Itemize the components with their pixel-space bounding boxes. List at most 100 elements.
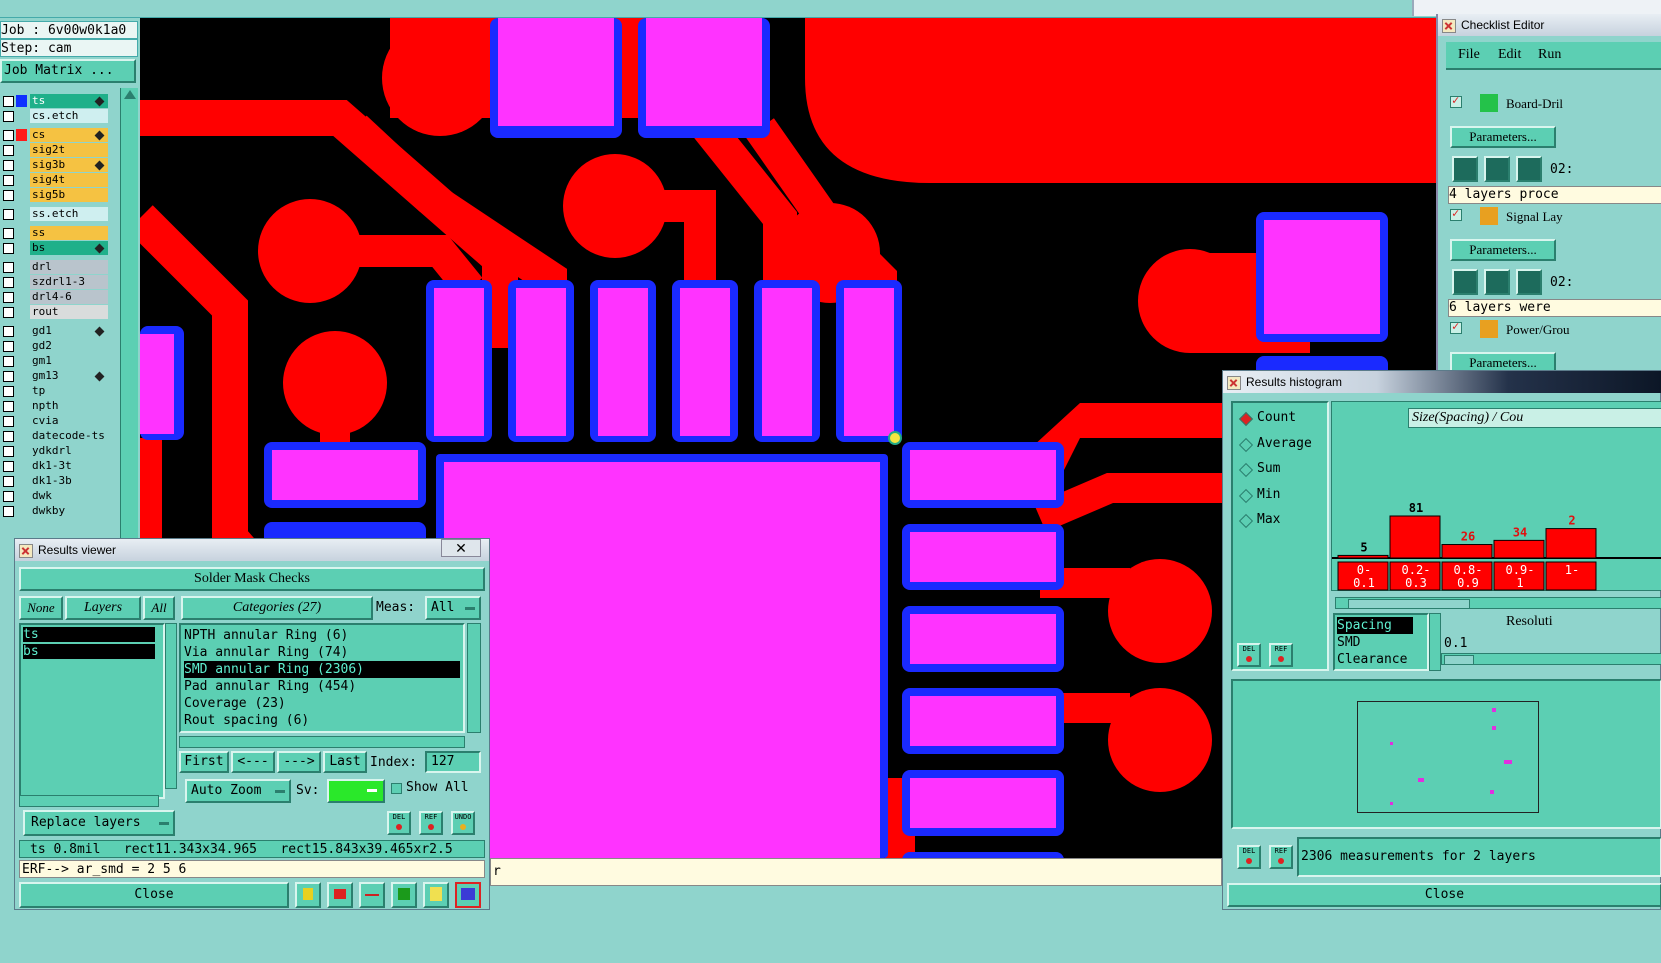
categories-hscroll[interactable] [179, 736, 465, 748]
layer-row[interactable]: gd2 [0, 339, 110, 354]
layer-row[interactable]: dwk [0, 489, 110, 504]
layer-checkbox[interactable] [3, 491, 14, 502]
layer-row[interactable]: bs [0, 241, 110, 256]
prev-button[interactable]: <--- [231, 751, 275, 773]
mode-radio-max[interactable]: Max [1238, 511, 1329, 531]
layer-row[interactable]: gm1 [0, 354, 110, 369]
preview-del-button[interactable]: DEL [1237, 845, 1261, 869]
ref-button[interactable]: REF [419, 811, 443, 835]
layer-checkbox[interactable] [3, 307, 14, 318]
categories-button[interactable]: Categories (27) [181, 596, 373, 620]
layer-name[interactable]: drl [30, 260, 108, 274]
type-list-vscroll[interactable] [1429, 613, 1441, 671]
auto-zoom-dropdown[interactable]: Auto Zoom [185, 779, 291, 803]
histogram-titlebar[interactable]: Results histogram [1223, 371, 1661, 393]
layer-checkbox[interactable] [3, 190, 14, 201]
layer-checkbox[interactable] [3, 506, 14, 517]
job-matrix-button[interactable]: Job Matrix ... [0, 59, 136, 83]
category-item[interactable]: Coverage (23) [184, 695, 463, 712]
sv-color-dropdown[interactable] [327, 779, 385, 803]
layer-checkbox[interactable] [3, 401, 14, 412]
layers-vscroll[interactable] [165, 623, 177, 789]
layer-name[interactable]: rout [30, 305, 108, 319]
layer-row[interactable]: datecode-ts [0, 429, 110, 444]
layer-row[interactable]: drl4-6 [0, 290, 110, 305]
categories-vscroll[interactable] [467, 623, 481, 733]
layer-color-swatch[interactable] [16, 95, 27, 107]
menu-file[interactable]: File [1458, 47, 1480, 63]
layer-name[interactable]: ss.etch [30, 207, 108, 221]
layer-row[interactable]: sig2t [0, 143, 110, 158]
layer-name[interactable]: ss [30, 226, 108, 240]
layer-name[interactable]: drl4-6 [30, 290, 108, 304]
scroll-up-arrow-icon[interactable] [124, 90, 136, 99]
run-icon[interactable] [1516, 156, 1542, 182]
parameters-button[interactable]: Parameters... [1450, 126, 1556, 148]
type-item[interactable]: SMD [1337, 634, 1427, 651]
layer-checkbox[interactable] [3, 416, 14, 427]
histogram-close-button[interactable]: Close [1227, 883, 1661, 907]
close-x-icon[interactable]: ✕ [441, 539, 481, 557]
del-button[interactable]: DEL [387, 811, 411, 835]
graph-icon[interactable] [327, 882, 353, 908]
layer-name[interactable]: gd2 [30, 339, 108, 353]
layer-checkbox[interactable] [3, 476, 14, 487]
all-layers-button[interactable]: All [143, 596, 175, 620]
layer-name[interactable]: cvia [30, 414, 108, 428]
layer-name[interactable]: datecode-ts [30, 429, 108, 443]
notes-icon[interactable] [423, 882, 449, 908]
layer-row[interactable]: sig3b [0, 158, 110, 173]
run-icon[interactable] [1516, 269, 1542, 295]
checklist-item[interactable]: ✓ Signal Lay [1446, 205, 1661, 229]
layer-name[interactable]: sig2t [30, 143, 108, 157]
layer-icon[interactable] [295, 882, 321, 908]
category-item[interactable]: Rout spacing (6) [184, 712, 463, 729]
layer-color-swatch[interactable] [16, 129, 27, 141]
replace-layers-dropdown[interactable]: Replace layers [23, 810, 175, 836]
category-item[interactable]: Via annular Ring (74) [184, 644, 463, 661]
layer-checkbox[interactable] [3, 111, 14, 122]
layer-name[interactable]: gm1 [30, 354, 108, 368]
layer-row[interactable]: gm13 [0, 369, 110, 384]
layer-checkbox[interactable] [3, 277, 14, 288]
layer-checkbox[interactable] [3, 292, 14, 303]
layer-row[interactable]: rout [0, 305, 110, 320]
checklist-item[interactable]: ✓ Power/Grou [1446, 318, 1661, 342]
preview-canvas[interactable] [1357, 701, 1539, 813]
type-item[interactable]: Spacing [1337, 617, 1413, 634]
resolution-slider[interactable] [1441, 653, 1661, 665]
chip-icon[interactable] [391, 882, 417, 908]
layer-row[interactable]: npth [0, 399, 110, 414]
layer-list-item[interactable]: ts [23, 627, 155, 642]
results-viewer-titlebar[interactable]: Results viewer ✕ [15, 539, 489, 561]
last-button[interactable]: Last [323, 751, 367, 773]
checklist-titlebar[interactable]: Checklist Editor [1438, 14, 1661, 36]
layer-name[interactable]: dwkby [30, 504, 108, 518]
first-button[interactable]: First [179, 751, 229, 773]
layer-row[interactable]: gd1 [0, 324, 110, 339]
layer-name[interactable]: cs.etch [30, 109, 108, 123]
hist-del-button[interactable]: DEL [1237, 643, 1261, 667]
layer-name[interactable]: szdrl1-3 [30, 275, 108, 289]
hist-ref-button[interactable]: REF [1269, 643, 1293, 667]
histogram-bar[interactable] [1337, 554, 1389, 559]
layer-checkbox[interactable] [3, 262, 14, 273]
layer-name[interactable]: tp [30, 384, 108, 398]
layer-checkbox[interactable] [3, 446, 14, 457]
checklist-checkbox[interactable]: ✓ [1450, 206, 1462, 221]
layers-button[interactable]: Layers [65, 596, 141, 620]
layer-row[interactable]: dwkby [0, 504, 110, 519]
show-all-checkbox[interactable] [391, 783, 402, 794]
layer-row[interactable]: cvia [0, 414, 110, 429]
run-icon[interactable] [1484, 269, 1510, 295]
layer-row[interactable]: szdrl1-3 [0, 275, 110, 290]
histogram-bar[interactable] [1545, 528, 1597, 559]
checklist-checkbox[interactable]: ✓ [1450, 319, 1462, 334]
layer-row[interactable]: dk1-3b [0, 474, 110, 489]
layer-row[interactable]: dk1-3t [0, 459, 110, 474]
layer-row[interactable]: ss [0, 226, 110, 241]
run-icon[interactable] [1484, 156, 1510, 182]
layer-checkbox[interactable] [3, 431, 14, 442]
parameters-button[interactable]: Parameters... [1450, 239, 1556, 261]
command-line[interactable]: r [490, 858, 1222, 886]
